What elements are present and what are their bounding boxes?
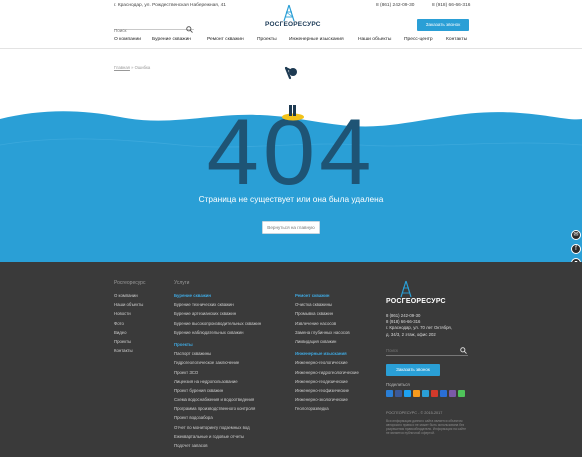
footer-address-1: г. Краснодар, ул. 70 лет Октября, [386,325,452,331]
nav-item-contacts[interactable]: Контакты [446,37,467,42]
sea-illustration: 404 [0,105,582,265]
share-label: Поделиться [386,382,410,387]
derrick-logo-icon [283,4,295,22]
twitter-share-icon[interactable] [404,390,411,397]
footer-logo-text: РОСГЕОРЕСУРС [386,298,446,305]
footer-logo[interactable]: РОСГЕОРЕСУРС [386,280,446,310]
footer-link[interactable]: Геологоразведка [295,404,359,413]
man-figure [284,66,297,80]
footer-link[interactable]: Видео [114,328,143,337]
footer-link[interactable]: Проект водозабора [174,413,261,422]
search-icon[interactable] [460,347,467,355]
order-call-button[interactable]: Заказать звонок [417,19,469,31]
footer-drilling-title[interactable]: Бурение скважин [174,291,261,300]
footer-link[interactable]: Ежеквартальные и годовые отчеты [174,432,261,441]
footer-link[interactable]: Инженерно-экологические [295,395,359,404]
nav-item-projects[interactable]: Проекты [257,37,277,42]
footer-link[interactable]: Лицензия на недропользование [174,377,261,386]
header-divider [0,48,582,49]
vk-icon[interactable]: ✉ [571,230,581,240]
footer-search-input[interactable] [386,346,456,355]
footer-link[interactable]: Ликвидация скважин [295,337,359,346]
nav-item-drilling[interactable]: Бурение скважин [152,37,191,42]
footer-link[interactable]: Фото [114,319,143,328]
logo-text: РОСГЕОРЕСУРС [265,21,321,28]
footer-link[interactable]: Новости [114,309,143,318]
footer-link[interactable]: Отчет по мониторингу подземных вод [174,423,261,432]
nav-item-press[interactable]: Пресс-центр [404,37,433,42]
footer-contacts: 8 (861) 242-09-30 8 (918) 66-66-316 г. К… [386,313,452,338]
footer-disclaimer: Вся информация данного сайта является об… [386,419,466,435]
footer-link[interactable]: Проекты [114,337,143,346]
footer-link[interactable]: Схема водоснабжения и водоотведения [174,395,261,404]
footer-link[interactable]: Промывка скважин [295,309,359,318]
footer-link[interactable]: Паспорт скважины [174,349,261,358]
derrick-logo-icon [400,280,412,298]
nav-item-about[interactable]: О компании [114,37,141,42]
mail-share-icon[interactable] [422,390,429,397]
footer-link[interactable]: Инженерно-геодезические [295,377,359,386]
footer-link[interactable]: Очистка скважины [295,300,359,309]
footer-projects-title[interactable]: Проекты [174,340,261,349]
footer-link[interactable]: Инженерно-геологические [295,358,359,367]
header-search [114,19,194,36]
error-message: Страница не существует или она была удал… [198,194,384,204]
header-address: г. Краснодар, ул. Рождественская Набереж… [114,3,226,8]
viber-share-icon[interactable] [449,390,456,397]
footer-link[interactable]: Подсчет запасов [174,441,261,450]
header-phone-2[interactable]: 8 (918) 66-66-316 [432,3,470,8]
footer-link[interactable]: Бурение высокопроизводительных скважин [174,319,261,328]
nav-item-surveys[interactable]: Инженерные изыскания [289,37,344,42]
footer-address-2: д. 34/3, 2 этаж, офис 202 [386,331,436,337]
footer-company-list: О компании Наши объекты Новости Фото Вид… [114,291,143,355]
facebook-share-icon[interactable] [395,390,402,397]
footer-link[interactable]: Программа производственного контроля [174,404,261,413]
footer-company-heading: Росгеоресурс [114,280,146,286]
footer-services-list: Бурение скважин Бурение технических сква… [174,291,261,450]
footer-repair-list: Ремонт скважин Очистка скважины Промывка… [295,291,359,413]
footer-survey-title[interactable]: Инженерные изыскания [295,349,359,358]
facebook-icon[interactable]: f [571,244,581,254]
whatsapp-share-icon[interactable] [458,390,465,397]
footer-link[interactable]: Бурение технических скважин [174,300,261,309]
search-input[interactable] [114,25,182,36]
nav-item-repair[interactable]: Ремонт скважин [207,37,244,42]
footer-link[interactable]: Контакты [114,346,143,355]
copyright: РОСГЕОРЕСУРС - © 2015-2017 [386,411,443,415]
back-to-home-button[interactable]: Вернуться на главную [262,221,320,234]
footer: Росгеоресурс Услуги О компании Наши объе… [0,262,582,457]
footer-search [386,346,468,356]
breadcrumb-home[interactable]: Главная [114,65,130,70]
footer-link[interactable]: Проект ЗСО [174,368,261,377]
linkedin-share-icon[interactable] [440,390,447,397]
footer-link[interactable]: Замена глубинных насосов [295,328,359,337]
page: г. Краснодар, ул. Рождественская Набереж… [0,0,582,457]
footer-link[interactable]: О компании [114,291,143,300]
footer-link[interactable]: Бурение наблюдательных скважин [174,328,261,337]
nav-item-objects[interactable]: Наши объекты [358,37,391,42]
site-logo[interactable]: РОСГЕОРЕСУРС [259,4,321,30]
footer-repair-title[interactable]: Ремонт скважин [295,291,359,300]
breadcrumb-separator: » [131,65,134,70]
breadcrumb: Главная » Ошибка [114,65,150,70]
breadcrumb-current: Ошибка [134,65,151,70]
main-nav: О компании Бурение скважин Ремонт скважи… [114,37,470,46]
footer-link[interactable]: Проект бурения скважин [174,386,261,395]
footer-link[interactable]: Извлечение насосов [295,319,359,328]
footer-link[interactable]: Наши объекты [114,300,143,309]
footer-link[interactable]: Гидрогеологическое заключение [174,358,261,367]
ok-share-icon[interactable] [413,390,420,397]
search-icon[interactable] [186,20,193,38]
footer-link[interactable]: Инженерно-гидрогеологические [295,368,359,377]
google-share-icon[interactable] [431,390,438,397]
footer-link[interactable]: Бурение артезианских скважин [174,309,261,318]
footer-link[interactable]: Инженерно-геофизические [295,386,359,395]
footer-services-heading: Услуги [174,280,190,286]
vk-share-icon[interactable] [386,390,393,397]
footer-order-call-button[interactable]: Заказать звонок [386,364,440,376]
header-phone-1[interactable]: 8 (861) 242-09-30 [376,3,414,8]
